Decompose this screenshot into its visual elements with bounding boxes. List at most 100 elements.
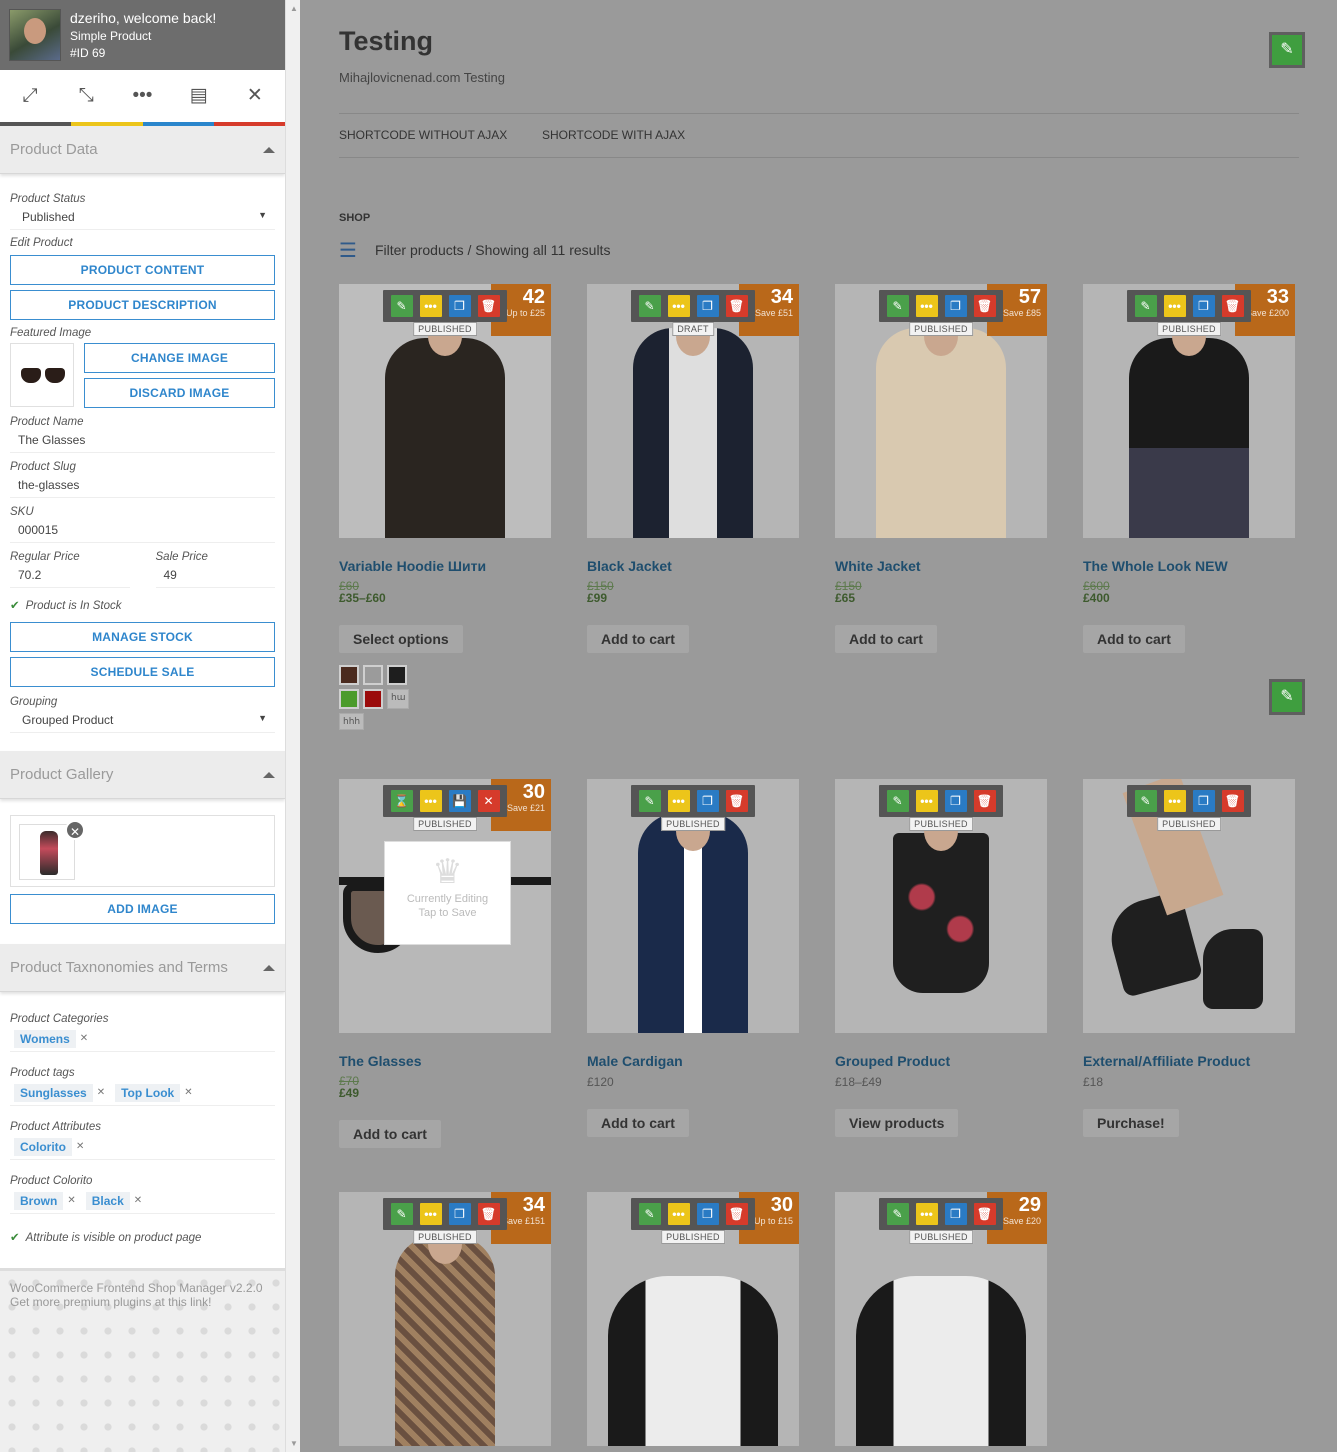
regular-price-input[interactable]: 70.2 <box>10 564 130 588</box>
purchase-button[interactable]: Purchase! <box>1083 1109 1179 1137</box>
options-icon[interactable]: ••• <box>667 295 690 317</box>
attribute-visible-toggle[interactable]: ✔ Attribute is visible on product page <box>10 1230 275 1244</box>
product-title[interactable]: Black Jacket <box>587 558 799 574</box>
add-to-cart-button[interactable]: Add to cart <box>587 625 689 653</box>
edit-icon[interactable]: ✎ <box>638 295 661 317</box>
swatch-text[interactable]: հա <box>387 689 410 709</box>
trash-icon[interactable]: 🗑 <box>1221 295 1244 317</box>
expand-icon[interactable]: ⤢ <box>10 70 50 122</box>
duplicate-icon[interactable]: ❐ <box>696 790 719 812</box>
options-icon[interactable]: ••• <box>419 295 442 317</box>
attributes-input[interactable]: Colorito ✕ <box>10 1134 275 1160</box>
product-image[interactable]: 30 Up to £15 ✎ ••• ❐ 🗑 PUBLISHED <box>587 1192 799 1446</box>
product-image[interactable]: 34 Save £51 ✎ ••• ❐ 🗑 DRAFT <box>587 284 799 538</box>
remove-tag-icon[interactable]: ✕ <box>67 1195 75 1206</box>
options-icon[interactable]: ••• <box>915 1203 938 1225</box>
product-image[interactable]: 30 Save £21 ⌛ ••• 💾 ✕ PUBLISHED ♛ Currently … <box>339 779 551 1033</box>
sale-price-input[interactable]: 49 <box>155 564 275 588</box>
more-icon[interactable]: ••• <box>122 70 162 122</box>
trash-icon[interactable]: 🗑 <box>725 1203 748 1225</box>
edit-icon[interactable]: ✎ <box>1134 790 1157 812</box>
product-title[interactable]: Grouped Product <box>835 1053 1047 1069</box>
section-taxonomies[interactable]: Product Taxnonomies and Terms <box>0 944 285 992</box>
product-title[interactable]: The Whole Look NEW <box>1083 558 1295 574</box>
product-description-button[interactable]: PRODUCT DESCRIPTION <box>10 290 275 320</box>
product-title[interactable]: Male Cardigan <box>587 1053 799 1069</box>
trash-icon[interactable]: 🗑 <box>477 1203 500 1225</box>
product-image[interactable]: 57 Save £85 ✎ ••• ❐ 🗑 PUBLISHED <box>835 284 1047 538</box>
product-image[interactable]: ✎ ••• ❐ 🗑 PUBLISHED <box>587 779 799 1033</box>
product-title[interactable]: External/Affiliate Product <box>1083 1053 1295 1069</box>
remove-tag-icon[interactable]: ✕ <box>134 1195 142 1206</box>
filter-bar[interactable]: ☰ Filter products / Showing all 11 result… <box>339 238 610 263</box>
swatch-text[interactable]: հհհ <box>339 713 365 730</box>
collapse-caret-icon[interactable] <box>263 964 275 971</box>
hourglass-icon[interactable]: ⌛ <box>390 790 413 812</box>
product-slug-input[interactable]: the-glasses <box>10 474 275 498</box>
edit-icon[interactable]: ✎ <box>390 295 413 317</box>
status-select[interactable]: Published ▼ <box>10 206 275 230</box>
duplicate-icon[interactable]: ❐ <box>448 295 471 317</box>
swatch[interactable] <box>339 689 359 709</box>
collapse-caret-icon[interactable] <box>263 771 275 778</box>
manage-stock-button[interactable]: MANAGE STOCK <box>10 622 275 652</box>
edit-icon[interactable]: ✎ <box>638 790 661 812</box>
section-product-gallery[interactable]: Product Gallery <box>0 751 285 799</box>
discard-image-button[interactable]: DISCARD IMAGE <box>84 378 275 408</box>
grouping-select[interactable]: Grouped Product ▼ <box>10 709 275 733</box>
add-to-cart-button[interactable]: Add to cart <box>835 625 937 653</box>
scroll-down-icon[interactable]: ▼ <box>290 1439 298 1448</box>
options-icon[interactable]: ••• <box>915 295 938 317</box>
product-name-input[interactable]: The Glasses <box>10 429 275 453</box>
cancel-icon[interactable]: ✕ <box>477 790 500 812</box>
categories-input[interactable]: Womens ✕ <box>10 1026 275 1052</box>
colorito-input[interactable]: Brown ✕ Black ✕ <box>10 1188 275 1214</box>
options-icon[interactable]: ••• <box>419 1203 442 1225</box>
duplicate-icon[interactable]: ❐ <box>696 295 719 317</box>
add-image-button[interactable]: ADD IMAGE <box>10 894 275 924</box>
section-product-data[interactable]: Product Data <box>0 126 285 174</box>
duplicate-icon[interactable]: ❐ <box>944 790 967 812</box>
add-to-cart-button[interactable]: Add to cart <box>587 1109 689 1137</box>
edit-icon[interactable]: ✎ <box>390 1203 413 1225</box>
swatch[interactable] <box>339 665 359 685</box>
schedule-sale-button[interactable]: SCHEDULE SALE <box>10 657 275 687</box>
trash-icon[interactable]: 🗑 <box>477 295 500 317</box>
collapse-caret-icon[interactable] <box>263 146 275 153</box>
options-icon[interactable]: ••• <box>667 1203 690 1225</box>
remove-tag-icon[interactable]: ✕ <box>97 1087 105 1098</box>
select-options-button[interactable]: Select options <box>339 625 463 653</box>
nav-shortcode-without-ajax[interactable]: SHORTCODE WITHOUT AJAX <box>339 128 507 142</box>
editing-popup[interactable]: ♛ Currently Editing Tap to Save <box>384 841 511 945</box>
close-icon[interactable]: ✕ <box>235 70 275 122</box>
trash-icon[interactable]: 🗑 <box>973 1203 996 1225</box>
add-to-cart-button[interactable]: Add to cart <box>1083 625 1185 653</box>
duplicate-icon[interactable]: ❐ <box>944 1203 967 1225</box>
options-icon[interactable]: ••• <box>915 790 938 812</box>
duplicate-icon[interactable]: ❐ <box>944 295 967 317</box>
product-image[interactable]: 42 Up to £25 ✎ ••• ❐ 🗑 PUBLISHED <box>339 284 551 538</box>
edit-icon[interactable]: ✎ <box>886 790 909 812</box>
remove-image-icon[interactable]: ✕ <box>65 820 85 840</box>
trash-icon[interactable]: 🗑 <box>973 790 996 812</box>
swatch[interactable] <box>387 665 407 685</box>
product-image[interactable]: 34 Save £151 ✎ ••• ❐ 🗑 PUBLISHED <box>339 1192 551 1446</box>
product-image[interactable]: 33 Save £200 ✎ ••• ❐ 🗑 PUBLISHED <box>1083 284 1295 538</box>
sku-input[interactable]: 000015 <box>10 519 275 543</box>
change-image-button[interactable]: CHANGE IMAGE <box>84 343 275 373</box>
swatch[interactable] <box>363 665 383 685</box>
trash-icon[interactable]: 🗑 <box>973 295 996 317</box>
product-title[interactable]: The Glasses <box>339 1053 551 1069</box>
compress-icon[interactable]: ⤡ <box>66 70 106 122</box>
tags-input[interactable]: Sunglasses ✕ Top Look ✕ <box>10 1080 275 1106</box>
menu-icon[interactable]: ☰ <box>339 240 357 262</box>
options-icon[interactable]: ••• <box>1163 790 1186 812</box>
sidebar-scrollbar[interactable]: ▲ ▼ <box>285 0 300 1452</box>
remove-tag-icon[interactable]: ✕ <box>80 1033 88 1044</box>
trash-icon[interactable]: 🗑 <box>725 295 748 317</box>
trash-icon[interactable]: 🗑 <box>725 790 748 812</box>
duplicate-icon[interactable]: ❐ <box>1192 295 1215 317</box>
nav-shortcode-with-ajax[interactable]: SHORTCODE WITH AJAX <box>542 128 685 142</box>
remove-tag-icon[interactable]: ✕ <box>184 1087 192 1098</box>
options-icon[interactable]: ••• <box>667 790 690 812</box>
